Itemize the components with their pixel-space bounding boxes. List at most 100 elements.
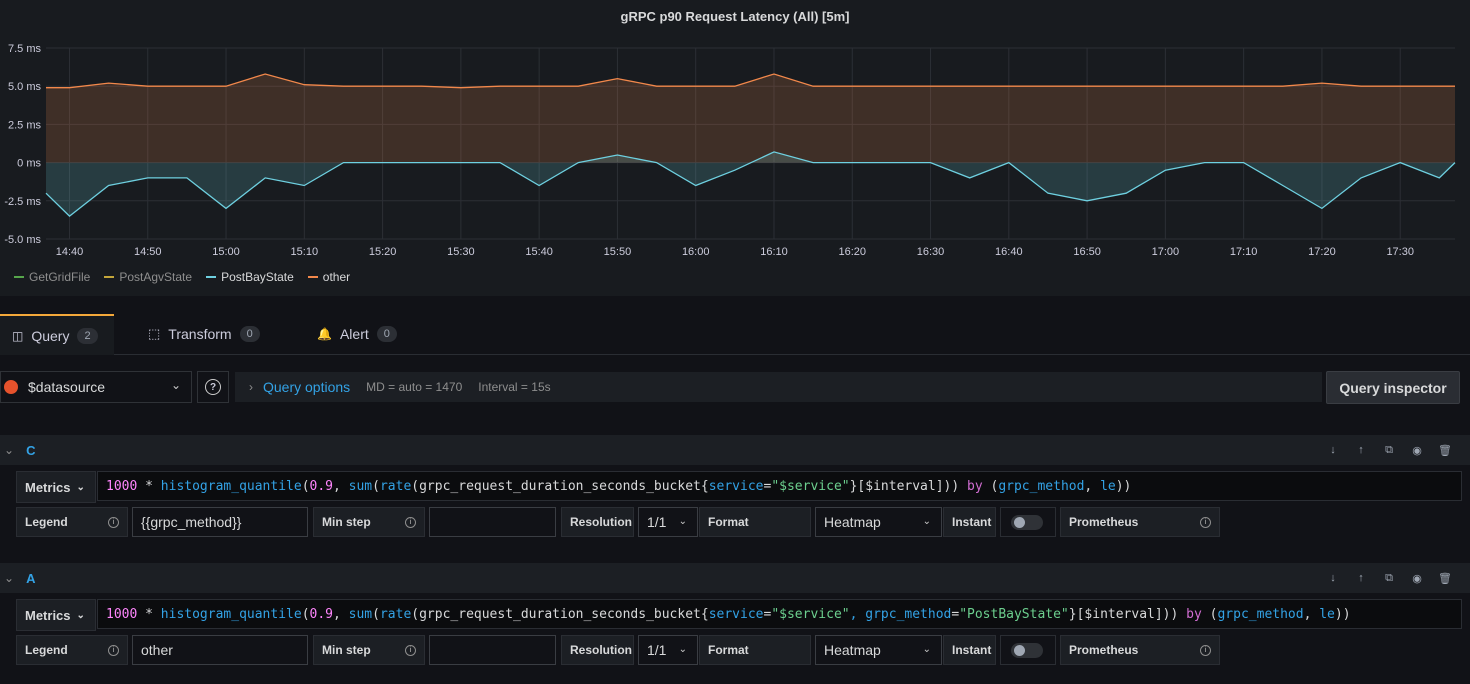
info-icon[interactable]: i [108, 517, 119, 528]
info-icon[interactable]: i [405, 645, 416, 656]
panel-title[interactable]: gRPC p90 Request Latency (All) [5m] [0, 9, 1470, 24]
x-tick-label: 16:40 [995, 246, 1023, 258]
query-row-header-a[interactable]: ⌄ A ↓ ↑ ⧉ ◉ 🗑 [0, 563, 1470, 593]
interval-info: Interval = 15s [478, 380, 551, 394]
query-options[interactable]: › Query options MD = auto = 1470 Interva… [235, 372, 1322, 402]
query-expression-editor[interactable]: 1000 * histogram_quantile(0.9, sum(rate(… [97, 599, 1462, 629]
tab-query[interactable]: ◫ Query 2 [0, 314, 114, 355]
x-tick-label: 17:10 [1230, 246, 1258, 258]
duplicate-icon[interactable]: ⧉ [1382, 443, 1396, 457]
x-tick-label: 15:30 [447, 246, 475, 258]
chevron-down-icon: ⌄ [922, 644, 931, 655]
query-row-header-c[interactable]: ⌄ C ↓ ↑ ⧉ ◉ 🗑 [0, 435, 1470, 465]
x-tick-label: 17:00 [1152, 246, 1180, 258]
query-inspector-button[interactable]: Query inspector [1326, 371, 1460, 404]
chevron-down-icon: ⌄ [170, 378, 181, 392]
min-step-input[interactable] [429, 635, 556, 665]
legend-format-input[interactable]: other [132, 635, 308, 665]
tab-transform[interactable]: ⬚ Transform 0 [136, 314, 272, 354]
query-expression-editor[interactable]: 1000 * histogram_quantile(0.9, sum(rate(… [97, 471, 1462, 501]
instant-label: Instant [943, 635, 996, 665]
move-down-icon[interactable]: ↓ [1326, 443, 1340, 457]
legend-item-postbaystate[interactable]: PostBayState [206, 270, 294, 284]
series-fill-other [46, 74, 1455, 163]
transform-icon: ⬚ [148, 326, 161, 341]
info-icon[interactable]: i [405, 517, 416, 528]
eye-icon[interactable]: ◉ [1410, 571, 1424, 585]
prometheus-icon [4, 380, 18, 394]
editor-tabs: ◫ Query 2 ⬚ Transform 0 🔔 Alert 0 [0, 314, 1470, 355]
x-tick-label: 15:20 [369, 246, 397, 258]
min-step-input[interactable] [429, 507, 556, 537]
y-tick-label: -5.0 ms [4, 234, 41, 246]
chevron-down-icon[interactable]: ⌄ [4, 571, 14, 585]
legend-label: Legend i [16, 507, 128, 537]
move-up-icon[interactable]: ↑ [1354, 443, 1368, 457]
info-icon[interactable]: i [108, 645, 119, 656]
move-down-icon[interactable]: ↓ [1326, 571, 1340, 585]
move-up-icon[interactable]: ↑ [1354, 571, 1368, 585]
y-tick-label: 2.5 ms [8, 119, 42, 131]
info-icon[interactable]: i [1200, 645, 1211, 656]
max-data-points-info: MD = auto = 1470 [366, 380, 463, 394]
x-tick-label: 15:00 [212, 246, 240, 258]
eye-icon[interactable]: ◉ [1410, 443, 1424, 457]
bell-icon: 🔔 [317, 327, 332, 341]
x-tick-label: 14:40 [56, 246, 84, 258]
info-icon[interactable]: i [1200, 517, 1211, 528]
x-tick-label: 15:40 [525, 246, 553, 258]
y-tick-label: 5.0 ms [8, 81, 42, 93]
resolution-label: Resolution [561, 635, 634, 665]
min-step-label: Min step i [313, 507, 425, 537]
metrics-browser-button[interactable]: Metrics ⌄ [16, 471, 96, 503]
legend-label: Legend i [16, 635, 128, 665]
database-icon: ◫ [12, 328, 24, 343]
help-button[interactable]: ? [197, 371, 229, 403]
query-count-badge: 2 [77, 327, 98, 344]
x-tick-label: 16:20 [838, 246, 866, 258]
chevron-down-icon: ⌄ [678, 644, 687, 655]
query-row-actions: ↓ ↑ ⧉ ◉ 🗑 [1326, 571, 1452, 585]
x-tick-label: 14:50 [134, 246, 162, 258]
legend-swatch [206, 276, 217, 278]
legend-format-input[interactable]: {{grpc_method}} [132, 507, 308, 537]
format-label: Format [699, 635, 811, 665]
x-tick-label: 16:50 [1073, 246, 1101, 258]
graph-panel: 7.5 ms 5.0 ms 2.5 ms 0 ms -2.5 ms -5.0 ms 14:4… [0, 0, 1470, 296]
trash-icon[interactable]: 🗑 [1438, 443, 1452, 457]
query-row-actions: ↓ ↑ ⧉ ◉ 🗑 [1326, 443, 1452, 457]
alert-count-badge: 0 [376, 326, 397, 342]
latency-chart[interactable]: 7.5 ms 5.0 ms 2.5 ms 0 ms -2.5 ms -5.0 ms 14:4… [0, 0, 1470, 296]
chevron-down-icon: ⌄ [678, 516, 687, 527]
prometheus-label: Prometheus i [1060, 635, 1220, 665]
resolution-select[interactable]: 1/1 ⌄ [638, 507, 698, 537]
legend-swatch [14, 276, 24, 278]
legend-item-postagvstate[interactable]: PostAgvState [104, 270, 192, 284]
chevron-down-icon: ⌄ [922, 516, 931, 527]
legend-swatch [104, 276, 115, 278]
tab-alert[interactable]: 🔔 Alert 0 [305, 314, 409, 354]
metrics-browser-button[interactable]: Metrics ⌄ [16, 599, 96, 631]
y-tick-label: 7.5 ms [8, 43, 42, 55]
x-tick-label: 17:30 [1386, 246, 1414, 258]
transform-count-badge: 0 [239, 326, 260, 342]
legend-swatch [307, 276, 318, 278]
format-select[interactable]: Heatmap ⌄ [815, 507, 942, 537]
format-select[interactable]: Heatmap ⌄ [815, 635, 942, 665]
instant-toggle[interactable] [1000, 507, 1056, 537]
x-tick-label: 16:30 [917, 246, 945, 258]
trash-icon[interactable]: 🗑 [1438, 571, 1452, 585]
x-tick-label: 15:10 [291, 246, 319, 258]
chevron-down-icon: ⌄ [76, 481, 85, 493]
x-tick-label: 16:10 [760, 246, 788, 258]
legend-item-getgridfile[interactable]: GetGridFile [14, 270, 90, 284]
chevron-down-icon[interactable]: ⌄ [4, 443, 14, 457]
datasource-picker[interactable]: $datasource ⌄ [0, 371, 192, 403]
instant-toggle[interactable] [1000, 635, 1056, 665]
resolution-select[interactable]: 1/1 ⌄ [638, 635, 698, 665]
resolution-label: Resolution [561, 507, 634, 537]
legend-item-other[interactable]: other [307, 270, 350, 284]
chevron-right-icon: › [249, 380, 253, 394]
duplicate-icon[interactable]: ⧉ [1382, 571, 1396, 585]
question-icon: ? [205, 379, 221, 395]
